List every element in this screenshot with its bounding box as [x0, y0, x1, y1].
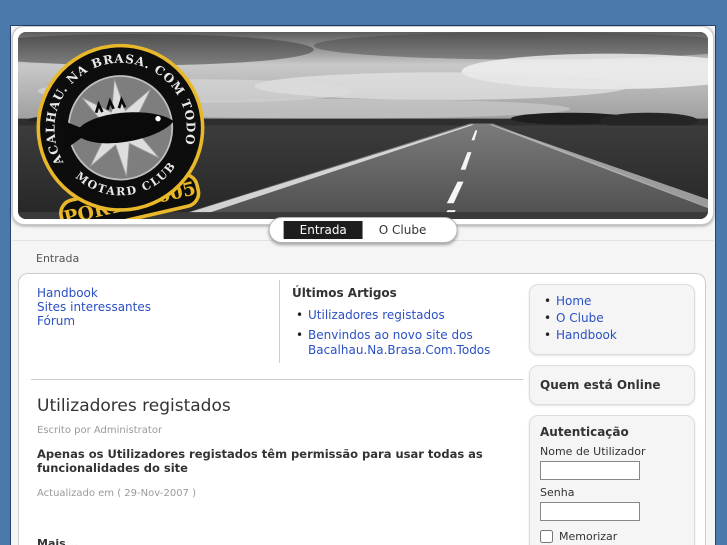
remember-checkbox[interactable] [540, 530, 553, 543]
list-item: Home [540, 294, 684, 309]
latest-article-link-2[interactable]: Benvindos ao novo site dos Bacalhau.Na.B… [308, 328, 490, 357]
tab-entrada[interactable]: Entrada [283, 221, 363, 239]
main-menu: Handbook Sites interessantes Fórum [31, 280, 279, 363]
article: Utilizadores registados Escrito por Admi… [19, 380, 529, 499]
menu-link-sites-interessantes[interactable]: Sites interessantes [37, 300, 279, 314]
menu-link-handbook[interactable]: Handbook [37, 286, 279, 300]
road-photo: PORTO 2005 BACALHAU. NA BRASA. COM TODOS… [18, 32, 708, 219]
read-more-section: Mais... Benvindos ao novo site dos Bacal… [19, 499, 529, 545]
username-input[interactable] [540, 461, 640, 480]
article-body: Apenas os Utilizadores registados têm pe… [37, 447, 483, 475]
list-item: Handbook [540, 328, 684, 343]
login-box: Autenticação Nome de Utilizador Senha Me… [529, 415, 695, 545]
list-item: Benvindos ao novo site dos Bacalhau.Na.B… [292, 328, 523, 358]
breadcrumb: Entrada [36, 252, 80, 265]
club-logo: PORTO 2005 BACALHAU. NA BRASA. COM TODOS… [18, 32, 220, 219]
remember-label: Memorizar [559, 530, 618, 543]
sidebar-menu-box: Home O Clube Handbook [529, 284, 695, 355]
latest-articles-title: Últimos Artigos [292, 286, 397, 300]
article-updated: Actualizado em ( 29-Nov-2007 ) [37, 488, 196, 499]
menu-link-forum[interactable]: Fórum [37, 314, 279, 328]
read-more-title: Mais... [37, 537, 79, 545]
username-label: Nome de Utilizador [540, 445, 646, 458]
tab-o-clube[interactable]: O Clube [362, 221, 443, 239]
page-frame: PORTO 2005 BACALHAU. NA BRASA. COM TODOS… [10, 25, 716, 545]
sidebar: Home O Clube Handbook Quem está Online A… [529, 280, 699, 545]
content-column: Handbook Sites interessantes Fórum Últim… [19, 280, 529, 545]
list-item: Utilizadores registados [292, 308, 523, 323]
whos-online-box: Quem está Online [529, 365, 695, 405]
club-logo-art: PORTO 2005 BACALHAU. NA BRASA. COM TODOS… [18, 32, 205, 219]
latest-article-link-1[interactable]: Utilizadores registados [308, 308, 445, 322]
sidebar-link-handbook[interactable]: Handbook [556, 328, 617, 342]
sidebar-link-home[interactable]: Home [556, 294, 591, 308]
password-label: Senha [540, 486, 575, 499]
login-title: Autenticação [540, 425, 629, 439]
tab-bar: Entrada O Clube [12, 217, 714, 243]
sidebar-link-o-clube[interactable]: O Clube [556, 311, 604, 325]
tabs-pill: Entrada O Clube [268, 217, 458, 243]
whos-online-title: Quem está Online [540, 378, 661, 392]
article-title: Utilizadores registados [37, 396, 231, 416]
password-input[interactable] [540, 502, 640, 521]
top-modules-row: Handbook Sites interessantes Fórum Últim… [31, 280, 523, 380]
article-author: Escrito por Administrator [37, 425, 163, 436]
header-banner: PORTO 2005 BACALHAU. NA BRASA. COM TODOS… [12, 26, 714, 225]
main-content: Handbook Sites interessantes Fórum Últim… [18, 273, 706, 545]
latest-articles-module: Últimos Artigos Utilizadores registados … [279, 280, 523, 363]
list-item: O Clube [540, 311, 684, 326]
